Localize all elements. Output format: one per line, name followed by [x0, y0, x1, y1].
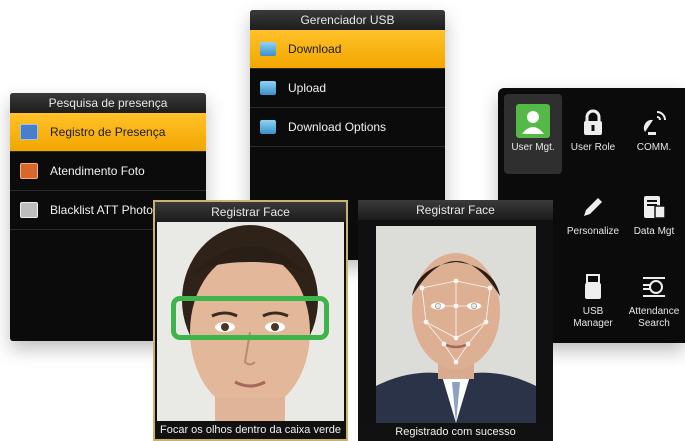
usb-stick-icon: [578, 272, 608, 302]
grid-item-data-mgt[interactable]: Data Mgt: [623, 192, 685, 238]
usb-upload-icon: [260, 81, 276, 95]
grid-item-label: User Role: [570, 142, 616, 153]
grid-item-usb-manager[interactable]: USB Manager: [562, 272, 624, 330]
panel-title: Gerenciador USB: [250, 10, 445, 30]
menu-item-attendance-record[interactable]: Registro de Presença: [10, 113, 206, 152]
panel-title: Registrar Face: [358, 200, 553, 220]
menu-item-label: Download Options: [288, 120, 387, 134]
panel-title: Pesquisa de presença: [10, 93, 206, 113]
pencil-icon: [578, 192, 608, 222]
grid-item-label: Personalize: [566, 226, 620, 237]
grid-item-comm[interactable]: COMM.: [623, 108, 685, 154]
grid-item-label: Data Mgt: [633, 226, 675, 237]
menu-item-label: Registro de Presença: [50, 125, 166, 139]
status-caption: Registrado com sucesso: [358, 423, 553, 441]
grid-item-label: User Mgt.: [511, 142, 555, 153]
satellite-dish-icon: [639, 108, 669, 138]
menu-item-download[interactable]: Download: [250, 30, 445, 69]
attendance-photo-icon: [20, 163, 38, 179]
database-icon: [639, 192, 669, 222]
menu-item-label: Atendimento Foto: [50, 164, 145, 178]
panel-title: Registrar Face: [155, 202, 346, 222]
usb-options-icon: [260, 120, 276, 134]
user-icon: [516, 104, 550, 138]
blacklist-photo-icon: [20, 202, 38, 218]
status-caption: Focar os olhos dentro da caixa verde: [155, 421, 346, 439]
usb-download-icon: [260, 42, 276, 56]
grid-item-personalize[interactable]: Personalize: [562, 192, 624, 238]
menu-item-attendance-photo[interactable]: Atendimento Foto: [10, 152, 206, 191]
grid-item-attendance-search[interactable]: Attendance Search: [623, 272, 685, 330]
register-face-panel-left: Registrar Face Focar os olhos dentro da …: [153, 200, 348, 441]
menu-item-download-options[interactable]: Download Options: [250, 108, 445, 147]
grid-item-label: Attendance Search: [628, 306, 680, 329]
menu-item-label: Download: [288, 42, 342, 56]
grid-item-label: COMM.: [636, 142, 672, 153]
menu-item-upload[interactable]: Upload: [250, 69, 445, 108]
face-photo: [157, 222, 344, 423]
menu-item-label: Blacklist ATT Photo: [50, 203, 153, 217]
face-photo: [376, 226, 536, 423]
lock-icon: [578, 108, 608, 138]
grid-item-label: USB Manager: [573, 306, 613, 329]
edit-record-icon: [20, 124, 38, 140]
eye-guide-box: [171, 296, 329, 340]
grid-item-user-role[interactable]: User Role: [562, 108, 624, 154]
register-face-panel-right: Registrar Face Registrado com sucesso: [358, 200, 553, 441]
menu-item-label: Upload: [288, 81, 327, 95]
grid-item-user-mgt[interactable]: User Mgt.: [502, 104, 564, 154]
attendance-search-icon: [639, 272, 669, 302]
